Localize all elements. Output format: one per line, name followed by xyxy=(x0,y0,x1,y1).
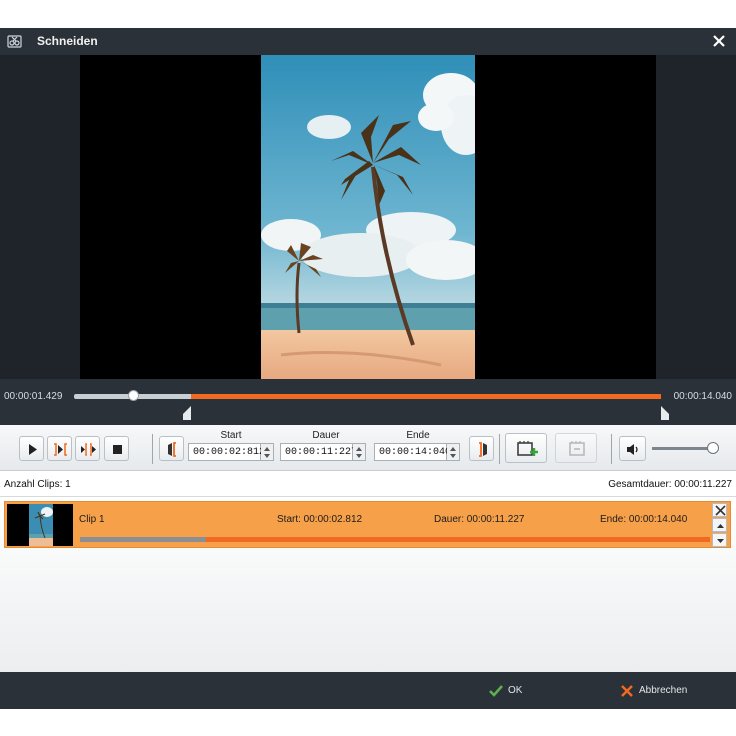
stop-button[interactable] xyxy=(104,436,129,461)
mute-button[interactable] xyxy=(619,436,646,461)
dialog-footer: OK Abbrechen xyxy=(0,672,736,709)
duration-field[interactable]: 00:00:11:227 xyxy=(280,443,357,461)
list-item[interactable]: Clip 1 Start: 00:00:02.812 Dauer: 00:00:… xyxy=(4,501,731,548)
end-label: Ende xyxy=(406,430,430,441)
cut-toolbar: Start 00:00:02:812 Dauer 00:00:11:227 En… xyxy=(0,425,736,471)
speaker-icon xyxy=(627,444,638,455)
close-icon xyxy=(621,685,633,697)
start-time-field[interactable]: 00:00:02:812 xyxy=(188,443,265,461)
ok-label: OK xyxy=(508,685,523,696)
end-time-field[interactable]: 00:00:14:040 xyxy=(374,443,451,461)
cancel-button[interactable]: Abbrechen xyxy=(619,683,709,699)
set-start-button[interactable] xyxy=(159,436,184,461)
play-icon xyxy=(29,444,37,455)
current-time: 00:00:01.429 xyxy=(4,391,63,402)
clip-name: Clip 1 xyxy=(79,514,105,525)
clip-duration: Dauer: 00:00:11.227 xyxy=(434,514,525,525)
set-start-marker-icon xyxy=(168,442,176,457)
add-clip-icon xyxy=(517,441,538,456)
close-icon xyxy=(715,505,726,516)
window-title: Schneiden xyxy=(37,34,98,48)
cut-dialog: Schneiden 00:00:01.429 00:00:14.040 Star… xyxy=(0,0,736,736)
clip-trimmed-portion xyxy=(80,537,206,542)
end-marker-handle[interactable] xyxy=(660,406,669,420)
start-marker-handle[interactable] xyxy=(183,406,192,420)
title-bar[interactable]: Schneiden xyxy=(0,28,736,55)
duration-label: Dauer xyxy=(312,430,340,441)
set-end-button[interactable] xyxy=(469,436,494,461)
checkmark-icon xyxy=(489,685,503,697)
video-preview xyxy=(0,55,736,379)
clip-range-bar xyxy=(80,537,710,542)
play-selection-button[interactable] xyxy=(47,436,72,461)
play-outside-selection-icon xyxy=(81,443,96,456)
total-time: 00:00:14.040 xyxy=(673,391,732,402)
scissors-film-icon xyxy=(7,35,22,48)
delete-clip-button[interactable] xyxy=(712,503,727,517)
clips-info-bar: Anzahl Clips: 1 Gesamtdauer: 00:00:11.22… xyxy=(0,471,736,497)
chevron-down-icon xyxy=(717,539,724,543)
toolbar-separator xyxy=(152,434,153,464)
end-time-stepper[interactable] xyxy=(447,443,460,461)
add-clip-button[interactable] xyxy=(505,433,547,463)
remove-clip-button[interactable] xyxy=(555,433,597,463)
ok-button[interactable]: OK xyxy=(488,683,538,699)
start-label: Start xyxy=(220,430,242,441)
clip-count: Anzahl Clips: 1 xyxy=(4,479,71,490)
selected-range xyxy=(191,394,661,399)
clip-start: Start: 00:00:02.812 xyxy=(277,514,363,525)
play-selection-icon xyxy=(54,443,67,456)
clip-end: Ende: 00:00:14.040 xyxy=(600,514,688,525)
total-duration: Gesamtdauer: 00:00:11.227 xyxy=(608,479,732,490)
play-outside-selection-button[interactable] xyxy=(75,436,100,461)
set-end-marker-icon xyxy=(479,442,487,457)
playhead[interactable] xyxy=(127,390,139,401)
remove-clip-icon xyxy=(569,441,585,456)
move-clip-up-button[interactable] xyxy=(712,518,727,532)
play-button[interactable] xyxy=(19,436,44,461)
duration-stepper[interactable] xyxy=(353,443,366,461)
video-frame xyxy=(261,55,475,379)
cancel-label: Abbrechen xyxy=(639,685,688,696)
close-icon[interactable] xyxy=(710,32,728,50)
clip-list: Clip 1 Start: 00:00:02.812 Dauer: 00:00:… xyxy=(0,497,736,672)
stop-icon xyxy=(113,445,122,454)
volume-slider[interactable] xyxy=(652,447,714,450)
toolbar-separator xyxy=(611,434,612,464)
move-clip-down-button[interactable] xyxy=(712,533,727,547)
clip-thumbnail xyxy=(7,504,73,546)
start-time-stepper[interactable] xyxy=(261,443,274,461)
toolbar-separator xyxy=(499,434,500,464)
volume-handle[interactable] xyxy=(707,442,719,454)
timeline: 00:00:01.429 00:00:14.040 xyxy=(0,379,736,425)
chevron-up-icon xyxy=(717,524,724,528)
